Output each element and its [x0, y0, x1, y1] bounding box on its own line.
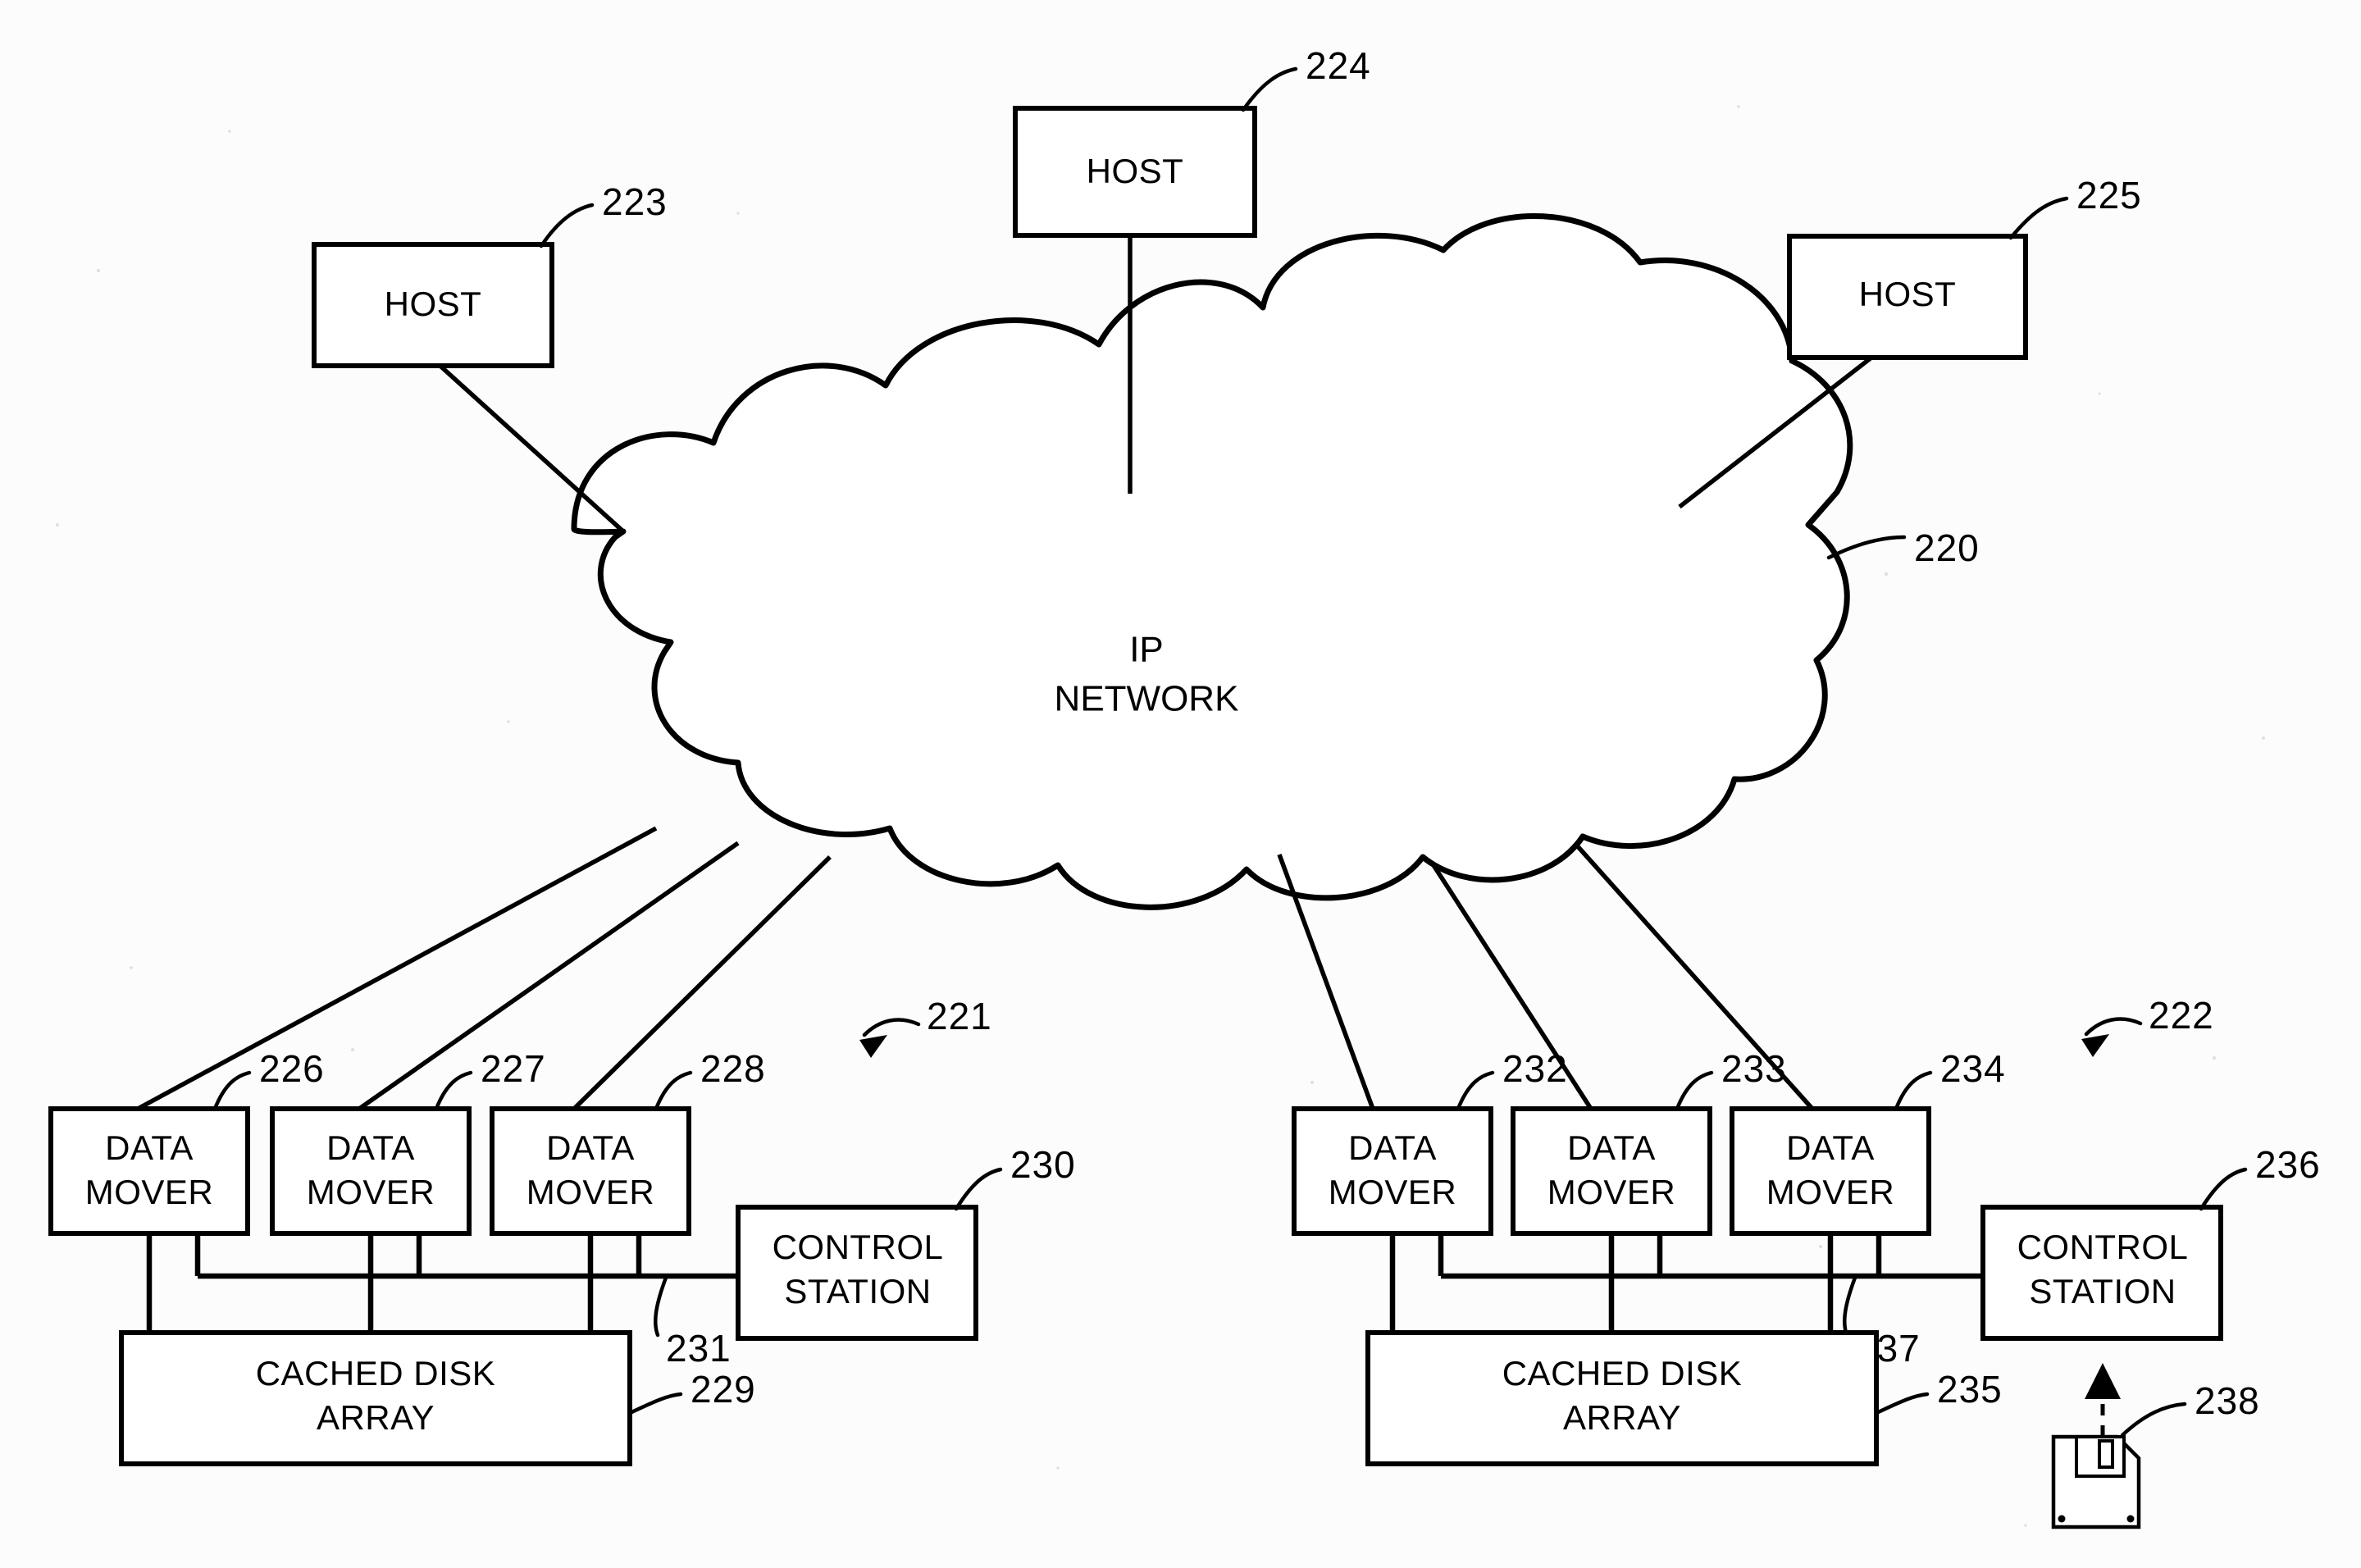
cloud-label-line2: NETWORK — [1055, 679, 1239, 719]
cs-230-line2: STATION — [784, 1272, 931, 1310]
data-mover-233-line1: DATA — [1567, 1128, 1656, 1167]
ref-236: 236 — [2255, 1143, 2321, 1186]
ref-223: 223 — [602, 180, 668, 223]
patent-figure: IP NETWORK 220 HOST 223 HOST 224 HOST 22… — [0, 0, 2361, 1568]
data-mover-box-234[interactable] — [1730, 1106, 1931, 1236]
cs-230-line1: CONTROL — [773, 1228, 944, 1266]
data-mover-box-226[interactable] — [48, 1106, 250, 1236]
ref-231: 231 — [666, 1327, 732, 1370]
data-mover-227-line2: MOVER — [307, 1173, 435, 1211]
cs-236-line1: CONTROL — [2017, 1228, 2189, 1266]
ref-226: 226 — [259, 1047, 325, 1090]
ref-238: 238 — [2195, 1379, 2260, 1422]
ref-230: 230 — [1010, 1143, 1076, 1186]
ref-221: 221 — [927, 995, 992, 1037]
cda-235-line2: ARRAY — [1563, 1398, 1681, 1437]
data-mover-232-line2: MOVER — [1329, 1173, 1457, 1211]
ref-232: 232 — [1502, 1047, 1568, 1090]
cda-229-line1: CACHED DISK — [256, 1354, 496, 1393]
data-mover-228-line2: MOVER — [526, 1173, 655, 1211]
cda-235-line1: CACHED DISK — [1502, 1354, 1743, 1393]
ref-225: 225 — [2076, 174, 2142, 217]
ref-228: 228 — [700, 1047, 766, 1090]
ref-224: 224 — [1306, 44, 1371, 87]
data-mover-box-227[interactable] — [270, 1106, 472, 1236]
data-mover-226-line2: MOVER — [85, 1173, 214, 1211]
data-mover-box-233[interactable] — [1511, 1106, 1712, 1236]
data-mover-box-232[interactable] — [1292, 1106, 1493, 1236]
ref-227: 227 — [481, 1047, 546, 1090]
ref-220: 220 — [1914, 526, 1980, 569]
data-mover-227-line1: DATA — [326, 1128, 415, 1167]
data-mover-233-line2: MOVER — [1547, 1173, 1676, 1211]
cda-229-line2: ARRAY — [317, 1398, 435, 1437]
host-label-225: HOST — [1859, 275, 1957, 313]
diagram-canvas: IP NETWORK 220 HOST 223 HOST 224 HOST 22… — [0, 0, 2361, 1568]
ref-229: 229 — [691, 1368, 756, 1411]
data-mover-226-line1: DATA — [105, 1128, 194, 1167]
data-mover-232-line1: DATA — [1348, 1128, 1437, 1167]
data-mover-234-line1: DATA — [1786, 1128, 1875, 1167]
data-mover-box-228[interactable] — [490, 1106, 691, 1236]
cloud-label-line1: IP — [1129, 630, 1164, 670]
cs-236-line2: STATION — [2029, 1272, 2176, 1310]
data-mover-234-line2: MOVER — [1766, 1173, 1895, 1211]
ref-222: 222 — [2149, 994, 2214, 1037]
data-mover-228-line1: DATA — [546, 1128, 635, 1167]
host-label-223: HOST — [385, 285, 482, 323]
host-label-224: HOST — [1087, 152, 1184, 190]
ref-234: 234 — [1940, 1047, 2006, 1090]
ref-235: 235 — [1937, 1368, 2003, 1411]
ref-233: 233 — [1721, 1047, 1787, 1090]
